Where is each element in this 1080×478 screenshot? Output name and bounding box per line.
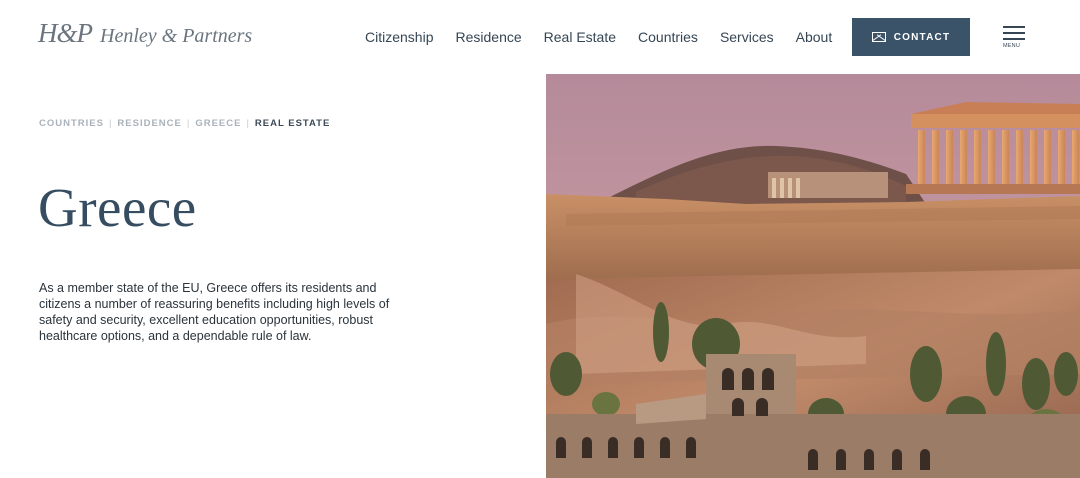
brand-logo[interactable]: H&P Henley & Partners — [38, 18, 252, 49]
site-header: H&P Henley & Partners Citizenship Reside… — [0, 0, 1080, 74]
breadcrumb-separator: | — [186, 118, 191, 129]
breadcrumb-separator: | — [108, 118, 113, 129]
breadcrumb-item-greece[interactable]: GREECE — [195, 118, 241, 129]
nav-item-countries[interactable]: Countries — [638, 29, 698, 45]
contact-button[interactable]: CONTACT — [852, 18, 970, 56]
logo-wordmark: Henley & Partners — [100, 25, 253, 47]
nav-item-real-estate[interactable]: Real Estate — [544, 29, 616, 45]
nav-item-services[interactable]: Services — [720, 29, 774, 45]
intro-paragraph: As a member state of the EU, Greece offe… — [39, 281, 390, 343]
nav-item-about[interactable]: About — [796, 29, 833, 45]
menu-button[interactable]: MENU — [1003, 26, 1027, 49]
menu-label: MENU — [1003, 43, 1020, 49]
logo-monogram: H&P — [38, 18, 93, 48]
nav-item-residence[interactable]: Residence — [455, 29, 521, 45]
contact-button-label: CONTACT — [893, 31, 951, 43]
breadcrumb: COUNTRIES | RESIDENCE | GREECE | REAL ES… — [39, 118, 330, 129]
nav-item-citizenship[interactable]: Citizenship — [365, 29, 433, 45]
breadcrumb-item-residence[interactable]: RESIDENCE — [117, 118, 181, 129]
hero-image-acropolis — [546, 74, 1080, 478]
breadcrumb-current: REAL ESTATE — [254, 118, 331, 129]
breadcrumb-item-countries[interactable]: COUNTRIES — [39, 118, 104, 129]
mail-icon — [871, 32, 886, 42]
hamburger-menu-icon — [1003, 26, 1025, 40]
breadcrumb-separator: | — [246, 118, 250, 129]
page-title: Greece — [38, 177, 197, 238]
main-nav: Citizenship Residence Real Estate Countr… — [365, 29, 854, 45]
